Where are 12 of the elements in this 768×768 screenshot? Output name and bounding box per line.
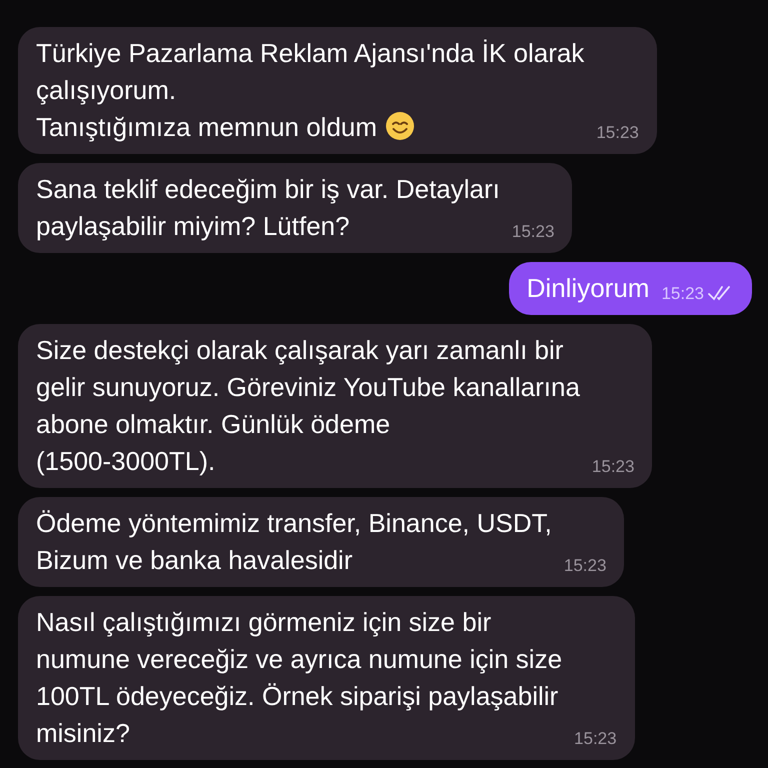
message-text: Sana teklif edeceğim bir iş var. Detayları paylaşabilir miyim? Lütfen? [36,173,500,243]
message-time: 15:23 [592,456,634,478]
message-text: Ödeme yöntemimiz transfer, Binance, USDT, Bizum ve banka havalesidir [36,507,552,577]
message-time: 15:23 [596,122,639,144]
message-text: Size destekçi olarak çalışarak yarı zamanlı bir gelir sunuyoruz. Göreviniz YouTube kanallarına abone olmaktır. Günlük ödeme (1500-3000TL). [36,334,580,478]
message-time: 15:23 [574,728,617,750]
message-time: 15:23 [512,220,554,242]
message-time: 15:23 [564,554,606,576]
message-text: Türkiye Pazarlama Reklam Ajansı'nda İK olarak çalışıyorum. Tanıştığımıza memnun oldum [36,37,584,144]
message-time: 15:23 [661,282,704,304]
message-text: Nasıl çalıştığımızı görmeniz için size bir numune vereceğiz ve ayrıca numune için size 100TL ödeyeceğiz. Örnek siparişi paylaşabilir misiniz? [36,606,562,750]
message-text: Dinliyorum [526,272,650,305]
